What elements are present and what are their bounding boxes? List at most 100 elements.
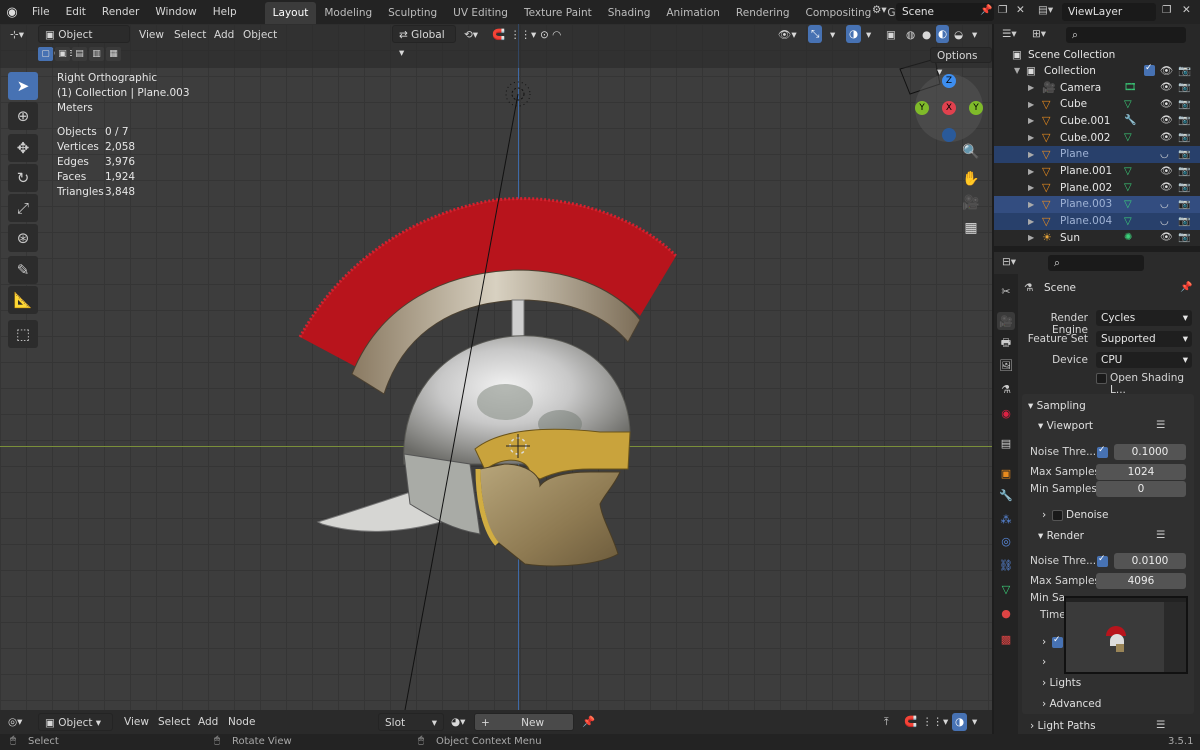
expand-arrow-icon[interactable]: ▼ (1014, 66, 1020, 75)
scene-selector[interactable]: ⚙▾ Scene 📌 ❐ ✕ (870, 3, 1030, 21)
material-browse-icon[interactable]: ◕▾ (451, 713, 465, 731)
expand-arrow-icon[interactable]: ▶ (1028, 100, 1034, 109)
view-layer-tab-icon[interactable]: 🖼 (997, 356, 1015, 374)
expand-arrow-icon[interactable]: ▶ (1028, 217, 1034, 226)
tab-compositing[interactable]: Compositing (798, 2, 880, 24)
new-scene-icon[interactable]: ❐ (998, 4, 1007, 16)
render-camera-icon[interactable]: 📷 (1178, 199, 1190, 210)
data-icon[interactable]: ▽ (1124, 199, 1132, 210)
data-tab-icon[interactable]: ▽ (997, 580, 1015, 598)
properties-search-input[interactable]: ⌕ (1048, 255, 1144, 271)
vp-max-samples-field[interactable]: 1024 (1096, 464, 1186, 480)
menu-help[interactable]: Help (205, 0, 245, 24)
tool-measure[interactable]: 📐 (8, 286, 38, 314)
slot-dropdown[interactable]: Slot ▾ (378, 713, 444, 731)
overlay-toggle-icon[interactable]: ◑ (846, 25, 862, 43)
collection-tab-icon[interactable]: ▤ (997, 434, 1015, 452)
pivot-icon[interactable]: ⟲▾ (464, 26, 478, 44)
outliner-item[interactable]: ▶ ▽ Cube.002 ▽ 👁 📷 (994, 129, 1200, 146)
gizmo-dropdown-icon[interactable]: ▾ (830, 26, 835, 44)
outliner-item[interactable]: ▶ 🎥 Camera 🎞 👁 📷 (994, 79, 1200, 96)
menu-file[interactable]: File (24, 0, 58, 24)
eye-icon[interactable]: 👁 (1160, 166, 1173, 177)
scene-tab-icon[interactable]: ⚗ (997, 380, 1015, 398)
render-camera-icon[interactable]: 📷 (1178, 64, 1191, 77)
select-mode-new-icon[interactable]: ▢ (38, 47, 53, 61)
render-subpanel-header[interactable]: ▾ Render (1038, 530, 1084, 542)
bottom-menu-select[interactable]: Select (158, 713, 190, 731)
viewport-presets-icon[interactable]: ☰ (1156, 419, 1165, 431)
select-mode-subtract-icon[interactable]: ▤ (72, 47, 87, 61)
outliner-filter-mode-icon[interactable]: ⊞▾ (1032, 28, 1046, 40)
tool-transform[interactable]: ⊛ (8, 224, 38, 252)
camera-view-icon[interactable]: 🎥 (958, 190, 984, 216)
render-presets-icon[interactable]: ☰ (1156, 529, 1165, 541)
expand-arrow-icon[interactable]: ▶ (1028, 233, 1034, 242)
lights-subpanel-header[interactable]: › Lights (1042, 677, 1081, 689)
helmet-model[interactable] (0, 24, 992, 710)
gizmo-y-axis[interactable]: Y (969, 101, 983, 115)
pan-hand-icon[interactable]: ✋ (958, 166, 984, 192)
menu-edit[interactable]: Edit (58, 0, 94, 24)
bottom-overlay-dropdown-icon[interactable]: ▾ (972, 713, 977, 731)
data-icon[interactable]: ▽ (1124, 99, 1132, 110)
tool-move[interactable]: ✥ (8, 134, 38, 162)
expand-arrow-icon[interactable]: ▶ (1028, 200, 1034, 209)
bottom-menu-add[interactable]: Add (198, 713, 218, 731)
pin-material-icon[interactable]: 📌 (582, 713, 595, 731)
denoise-subpanel-header[interactable]: › (1042, 509, 1046, 521)
outliner-item[interactable]: ▶ ▽ Plane.004 ▽ ◡ 📷 (994, 212, 1200, 230)
parent-node-tree-icon[interactable]: ⤒ (884, 713, 889, 731)
gizmo-neg-y-axis[interactable]: Y (915, 101, 929, 115)
vp-min-samples-field[interactable]: 0 (1096, 481, 1186, 497)
texture-tab-icon[interactable]: ▩ (997, 630, 1015, 648)
r-noise-threshold-field[interactable]: 0.0100 (1114, 553, 1186, 569)
outliner-editor-icon[interactable]: ☰▾ (1002, 28, 1017, 40)
shading-dropdown-icon[interactable]: ▾ (972, 26, 977, 44)
data-icon[interactable]: ▽ (1124, 216, 1132, 227)
outliner-panel[interactable]: ☰▾ ⊞▾ ⌕ ▣ Scene Collection ▼ ▣ Collectio… (994, 24, 1200, 246)
zoom-icon[interactable]: 🔍 (958, 139, 984, 165)
shading-solid-icon[interactable]: ● (922, 26, 931, 44)
menu-render[interactable]: Render (94, 0, 147, 24)
menu-select[interactable]: Select (174, 26, 206, 44)
overlay-dropdown-icon[interactable]: ▾ (866, 26, 871, 44)
vp-noise-checkbox[interactable] (1097, 445, 1108, 458)
tab-rendering[interactable]: Rendering (728, 2, 798, 24)
bottom-menu-node[interactable]: Node (228, 713, 255, 731)
outliner-search-input[interactable]: ⌕ (1066, 27, 1186, 43)
eye-icon[interactable]: 👁 (1160, 132, 1173, 143)
device-dropdown[interactable]: CPU ▾ (1096, 352, 1192, 368)
light-paths-panel-header[interactable]: › Light Paths (1030, 720, 1096, 732)
material-tab-icon[interactable]: ● (997, 604, 1015, 622)
new-viewlayer-icon[interactable]: ❐ (1162, 4, 1171, 16)
render-camera-icon[interactable]: 📷 (1178, 82, 1190, 93)
render-camera-icon[interactable]: 📷 (1178, 149, 1190, 160)
menu-object[interactable]: Object (243, 26, 277, 44)
tab-uv-editing[interactable]: UV Editing (445, 2, 516, 24)
expand-arrow-icon[interactable]: ▶ (1028, 183, 1034, 192)
tab-texture-paint[interactable]: Texture Paint (516, 2, 600, 24)
eye-icon[interactable]: 👁 (1160, 99, 1173, 110)
eye-icon[interactable]: 👁 (1160, 232, 1173, 243)
light-paths-presets-icon[interactable]: ☰ (1156, 719, 1165, 731)
tab-sculpting[interactable]: Sculpting (380, 2, 445, 24)
data-icon[interactable]: 🎞 (1124, 82, 1137, 93)
outliner-item[interactable]: ▶ ▽ Plane.002 ▽ 👁 📷 (994, 179, 1200, 196)
eye-icon[interactable]: 👁 (1160, 115, 1173, 126)
shading-wireframe-icon[interactable]: ◍ (906, 26, 915, 44)
eye-icon[interactable]: 👁 (1160, 182, 1173, 193)
eye-icon[interactable]: 👁 (1160, 64, 1173, 77)
expand-arrow-icon[interactable]: ▶ (1028, 116, 1034, 125)
delete-viewlayer-icon[interactable]: ✕ (1182, 4, 1191, 16)
bottom-editor-type-icon[interactable]: ◎▾ (8, 713, 22, 731)
world-tab-icon[interactable]: ◉ (997, 404, 1015, 422)
render-tab-icon[interactable]: 🎥 (997, 312, 1015, 330)
bottom-snap-icon[interactable]: 🧲 (904, 713, 917, 731)
outliner-item[interactable]: ▶ ▽ Cube ▽ 👁 📷 (994, 96, 1200, 113)
render-camera-icon[interactable]: 📷 (1178, 166, 1190, 177)
viewlayer-selector[interactable]: ▤▾ ViewLayer ❐ ✕ (1036, 3, 1196, 21)
tool-annotate[interactable]: ✎ (8, 256, 38, 284)
physics-tab-icon[interactable]: ◎ (997, 532, 1015, 550)
shader-type-dropdown[interactable]: ▣ Object ▾ (38, 713, 113, 731)
